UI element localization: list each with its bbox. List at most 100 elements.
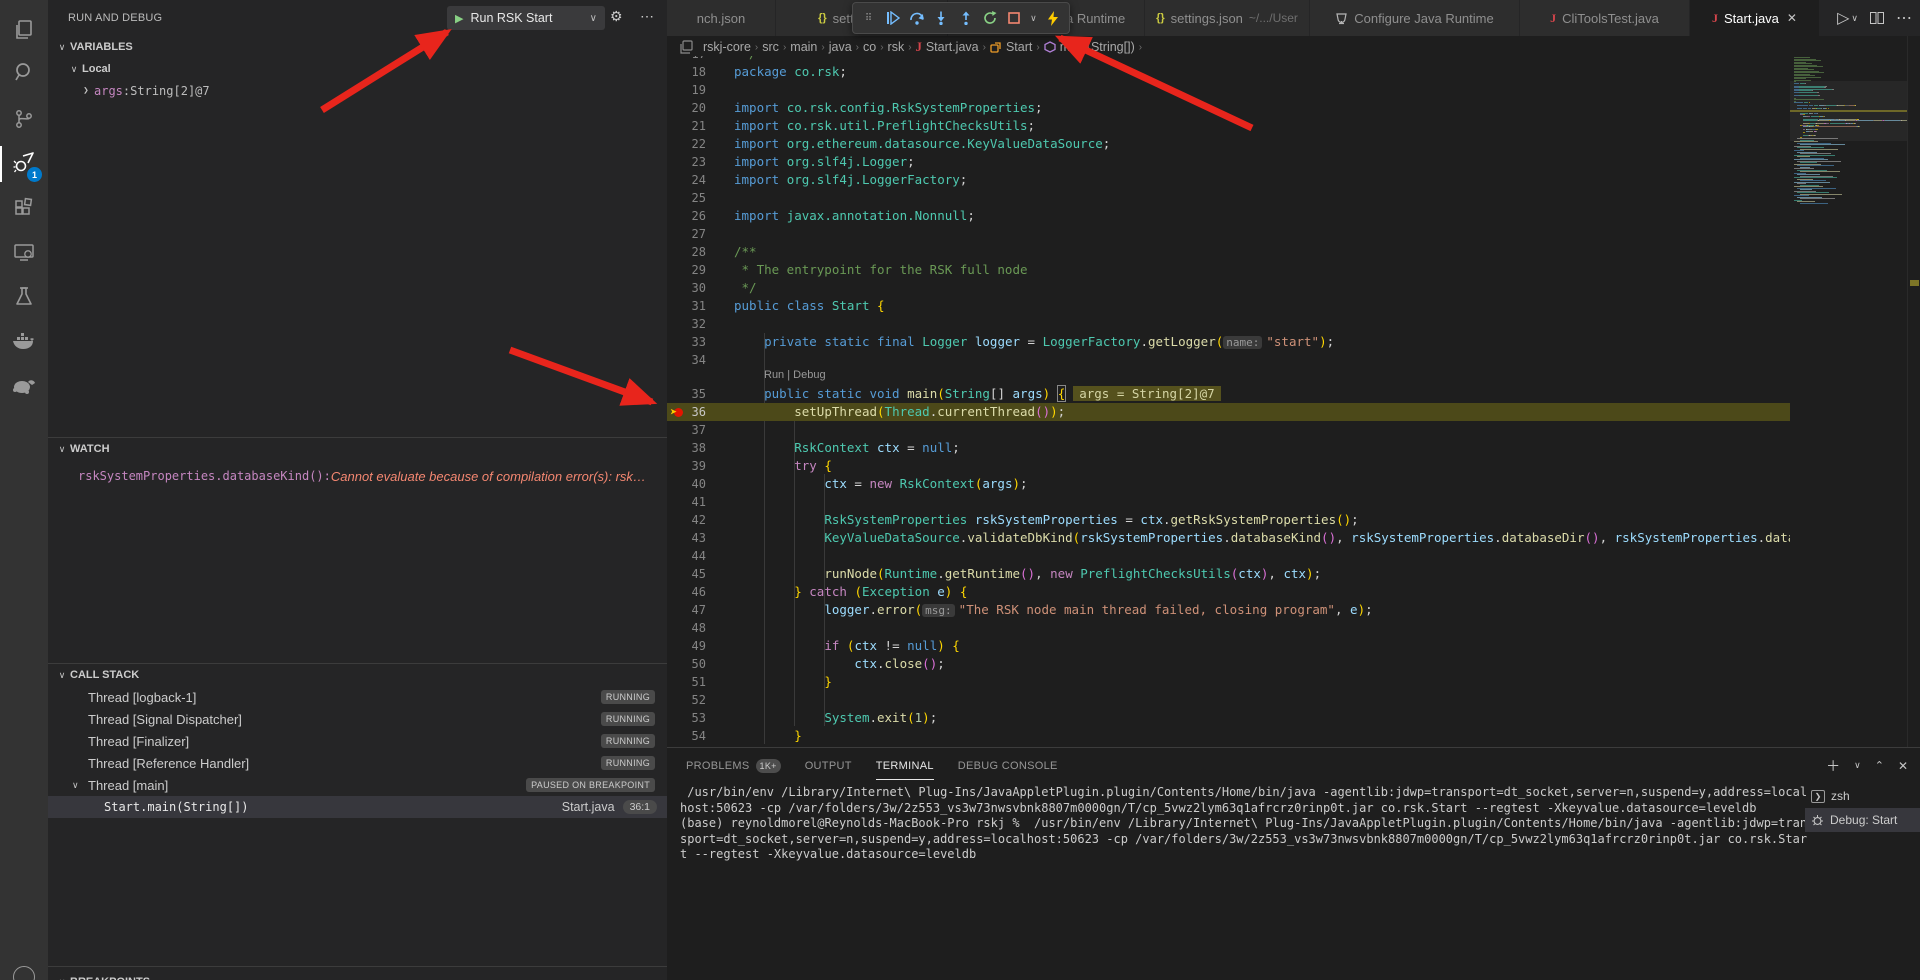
- stop-dropdown-chevron-icon[interactable]: ∨: [1028, 7, 1039, 29]
- call-stack-thread[interactable]: Thread [Finalizer]RUNNING: [48, 730, 667, 752]
- breadcrumb-item[interactable]: co: [863, 40, 876, 54]
- line-number[interactable]: 46: [667, 583, 706, 601]
- breadcrumb-item[interactable]: main: [790, 40, 817, 54]
- breakpoints-section-header[interactable]: ∨ BREAKPOINTS: [54, 971, 150, 980]
- line-number[interactable]: 27: [667, 225, 706, 243]
- call-stack-thread[interactable]: Thread [Signal Dispatcher]RUNNING: [48, 708, 667, 730]
- tab-start-java[interactable]: JStart.java✕: [1690, 0, 1820, 36]
- call-stack-thread[interactable]: ∨Thread [main]PAUSED ON BREAKPOINT: [48, 774, 667, 796]
- activity-bar-item-remote-explorer[interactable]: [0, 230, 48, 274]
- line-number[interactable]: 47: [667, 601, 706, 619]
- activity-bar-item-gradle[interactable]: [0, 362, 48, 406]
- line-number[interactable]: 49: [667, 637, 706, 655]
- breadcrumb-item[interactable]: java: [829, 40, 852, 54]
- line-number[interactable]: 17: [667, 56, 706, 63]
- watch-expression[interactable]: rskSystemProperties.databaseKind(): Cann…: [78, 465, 659, 487]
- breadcrumb-item[interactable]: main(String[]): [1060, 40, 1135, 54]
- line-number[interactable]: 54: [667, 727, 706, 745]
- line-number[interactable]: 40: [667, 475, 706, 493]
- line-number[interactable]: 42: [667, 511, 706, 529]
- codelens-run-debug[interactable]: Run | Debug: [764, 369, 826, 381]
- breadcrumb-item[interactable]: Start.java: [926, 40, 979, 54]
- line-number[interactable]: 48: [667, 619, 706, 637]
- line-number[interactable]: 23: [667, 153, 706, 171]
- line-number[interactable]: 34: [667, 351, 706, 369]
- line-number[interactable]: 52: [667, 691, 706, 709]
- tab-clitoolstest-java[interactable]: JCliToolsTest.java: [1520, 0, 1690, 36]
- breakpoint-current-frame-icon[interactable]: ➤: [670, 403, 686, 421]
- line-number[interactable]: 29: [667, 261, 706, 279]
- line-number[interactable]: 53: [667, 709, 706, 727]
- panel-tab-terminal[interactable]: TERMINAL: [876, 748, 934, 783]
- stop-button[interactable]: [1004, 7, 1024, 29]
- more-actions-icon[interactable]: ⋯: [640, 8, 654, 25]
- breadcrumb-item[interactable]: Start: [1006, 40, 1032, 54]
- line-number[interactable]: 41: [667, 493, 706, 511]
- account-icon[interactable]: [13, 966, 35, 980]
- run-java-button[interactable]: ▷∨: [1837, 8, 1858, 28]
- tab-settings-json[interactable]: {}settings.json~/.../User: [1145, 0, 1310, 36]
- code-editor[interactable]: Run | Debug17 */18package co.rsk;1920imp…: [667, 56, 1790, 747]
- panel-tab-problems[interactable]: PROBLEMS1K+: [686, 748, 781, 783]
- new-terminal-icon[interactable]: ＋: [1826, 756, 1840, 776]
- line-number[interactable]: 33: [667, 333, 706, 351]
- line-number[interactable]: 43: [667, 529, 706, 547]
- gear-icon[interactable]: ⚙: [610, 8, 623, 25]
- line-number[interactable]: 37: [667, 421, 706, 439]
- line-number[interactable]: 20: [667, 99, 706, 117]
- step-over-button[interactable]: [907, 7, 927, 29]
- line-number[interactable]: 24: [667, 171, 706, 189]
- line-number[interactable]: 31: [667, 297, 706, 315]
- line-number[interactable]: 51: [667, 673, 706, 691]
- line-number[interactable]: 44: [667, 547, 706, 565]
- line-number[interactable]: 21: [667, 117, 706, 135]
- more-actions-icon[interactable]: ⋯: [1896, 8, 1912, 28]
- line-number[interactable]: 39: [667, 457, 706, 475]
- drag-handle-icon[interactable]: ⠿: [859, 7, 879, 29]
- step-into-button[interactable]: [931, 7, 951, 29]
- breadcrumb-item[interactable]: rsk: [888, 40, 905, 54]
- line-number[interactable]: 26: [667, 207, 706, 225]
- overview-ruler[interactable]: [1907, 36, 1920, 747]
- line-number[interactable]: 19: [667, 81, 706, 99]
- close-panel-icon[interactable]: ✕: [1898, 759, 1908, 773]
- stack-frame-start-main[interactable]: Start.main(String[]) Start.java 36:1: [48, 796, 667, 818]
- variables-scope-local[interactable]: ∨ Local: [66, 58, 111, 80]
- activity-bar-item-docker[interactable]: [0, 319, 48, 363]
- line-number[interactable]: 45: [667, 565, 706, 583]
- chevron-down-icon[interactable]: ∨: [1854, 760, 1861, 771]
- hot-code-replace-button[interactable]: [1043, 7, 1063, 29]
- breadcrumb-item[interactable]: rskj-core: [703, 40, 751, 54]
- variable-args[interactable]: ❯ args: String[2]@7: [78, 80, 210, 102]
- call-stack-thread[interactable]: Thread [Reference Handler]RUNNING: [48, 752, 667, 774]
- line-number[interactable]: 50: [667, 655, 706, 673]
- call-stack-thread[interactable]: Thread [logback-1]RUNNING: [48, 686, 667, 708]
- maximize-panel-icon[interactable]: ⌃: [1875, 759, 1884, 772]
- line-number[interactable]: 38: [667, 439, 706, 457]
- continue-button[interactable]: [883, 7, 903, 29]
- line-number[interactable]: 25: [667, 189, 706, 207]
- restart-button[interactable]: [980, 7, 1000, 29]
- step-out-button[interactable]: [956, 7, 976, 29]
- line-number[interactable]: 35: [667, 385, 706, 403]
- terminal-output[interactable]: /usr/bin/env /Library/Internet\ Plug-Ins…: [680, 785, 1795, 863]
- variables-section-header[interactable]: ∨ VARIABLES: [54, 36, 133, 58]
- activity-bar-item-extensions[interactable]: [0, 187, 48, 231]
- close-icon[interactable]: ✕: [1787, 11, 1797, 25]
- activity-bar-item-search[interactable]: [0, 50, 48, 94]
- minimap[interactable]: [1790, 36, 1907, 747]
- terminal-session-debug-start[interactable]: Debug: Start: [1805, 808, 1920, 832]
- line-number[interactable]: 22: [667, 135, 706, 153]
- launch-config-dropdown[interactable]: ▶ Run RSK Start ∨: [447, 6, 605, 30]
- activity-bar-item-testing[interactable]: [0, 275, 48, 319]
- activity-bar-item-run-and-debug[interactable]: 1: [0, 142, 48, 186]
- terminal-session-zsh[interactable]: ❯ zsh: [1805, 784, 1920, 808]
- tab-configure-java-runtime[interactable]: Configure Java Runtime: [1310, 0, 1520, 36]
- activity-bar-item-source-control[interactable]: [0, 97, 48, 141]
- line-number[interactable]: 18: [667, 63, 706, 81]
- line-number[interactable]: 28: [667, 243, 706, 261]
- breadcrumb-item[interactable]: src: [762, 40, 779, 54]
- line-number[interactable]: 30: [667, 279, 706, 297]
- activity-bar-item-explorer[interactable]: [0, 8, 48, 52]
- tab-nch-json[interactable]: nch.json: [667, 0, 776, 36]
